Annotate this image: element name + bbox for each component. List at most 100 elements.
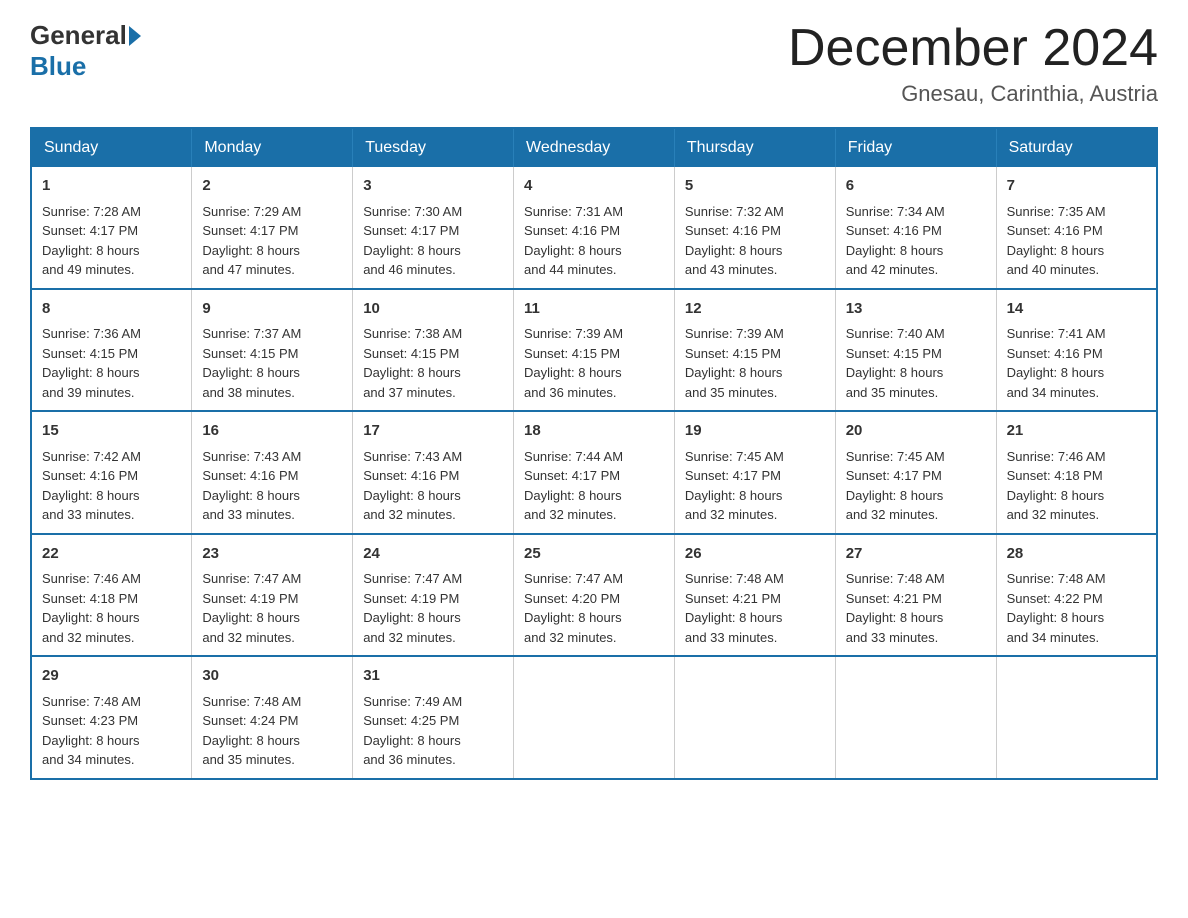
day-number: 9 — [202, 298, 342, 321]
day-sunrise: Sunrise: 7:42 AM — [42, 449, 141, 464]
logo-arrow-icon — [129, 26, 141, 46]
day-number: 13 — [846, 298, 986, 321]
day-number: 3 — [363, 175, 503, 198]
calendar-day-cell: 31 Sunrise: 7:49 AM Sunset: 4:25 PM Dayl… — [353, 656, 514, 779]
weekday-header-cell: Wednesday — [514, 128, 675, 167]
day-sunset: Sunset: 4:15 PM — [202, 346, 298, 361]
weekday-header-cell: Saturday — [996, 128, 1157, 167]
day-sunset: Sunset: 4:15 PM — [42, 346, 138, 361]
day-sunset: Sunset: 4:16 PM — [524, 223, 620, 238]
day-daylight: Daylight: 8 hoursand 32 minutes. — [202, 610, 300, 645]
day-number: 26 — [685, 543, 825, 566]
day-sunset: Sunset: 4:24 PM — [202, 713, 298, 728]
day-number: 18 — [524, 420, 664, 443]
location: Gnesau, Carinthia, Austria — [788, 81, 1158, 107]
calendar-day-cell: 22 Sunrise: 7:46 AM Sunset: 4:18 PM Dayl… — [31, 534, 192, 657]
day-sunset: Sunset: 4:19 PM — [363, 591, 459, 606]
day-number: 1 — [42, 175, 181, 198]
day-sunrise: Sunrise: 7:39 AM — [524, 326, 623, 341]
calendar-day-cell: 12 Sunrise: 7:39 AM Sunset: 4:15 PM Dayl… — [674, 289, 835, 412]
day-sunrise: Sunrise: 7:44 AM — [524, 449, 623, 464]
day-number: 7 — [1007, 175, 1146, 198]
day-daylight: Daylight: 8 hoursand 34 minutes. — [1007, 610, 1105, 645]
day-sunset: Sunset: 4:17 PM — [524, 468, 620, 483]
day-number: 10 — [363, 298, 503, 321]
calendar-day-cell: 4 Sunrise: 7:31 AM Sunset: 4:16 PM Dayli… — [514, 167, 675, 289]
calendar-day-cell — [835, 656, 996, 779]
day-number: 23 — [202, 543, 342, 566]
day-sunset: Sunset: 4:15 PM — [363, 346, 459, 361]
day-number: 19 — [685, 420, 825, 443]
weekday-header-cell: Sunday — [31, 128, 192, 167]
day-daylight: Daylight: 8 hoursand 47 minutes. — [202, 243, 300, 278]
calendar-day-cell: 26 Sunrise: 7:48 AM Sunset: 4:21 PM Dayl… — [674, 534, 835, 657]
day-sunset: Sunset: 4:17 PM — [202, 223, 298, 238]
calendar-day-cell: 6 Sunrise: 7:34 AM Sunset: 4:16 PM Dayli… — [835, 167, 996, 289]
day-number: 31 — [363, 665, 503, 688]
day-daylight: Daylight: 8 hoursand 32 minutes. — [524, 488, 622, 523]
day-daylight: Daylight: 8 hoursand 36 minutes. — [524, 365, 622, 400]
day-daylight: Daylight: 8 hoursand 49 minutes. — [42, 243, 140, 278]
day-daylight: Daylight: 8 hoursand 35 minutes. — [846, 365, 944, 400]
day-sunrise: Sunrise: 7:47 AM — [524, 571, 623, 586]
calendar-week-row: 1 Sunrise: 7:28 AM Sunset: 4:17 PM Dayli… — [31, 167, 1157, 289]
day-sunset: Sunset: 4:16 PM — [363, 468, 459, 483]
calendar-day-cell: 15 Sunrise: 7:42 AM Sunset: 4:16 PM Dayl… — [31, 411, 192, 534]
calendar-day-cell — [996, 656, 1157, 779]
day-sunset: Sunset: 4:19 PM — [202, 591, 298, 606]
day-sunrise: Sunrise: 7:48 AM — [1007, 571, 1106, 586]
day-daylight: Daylight: 8 hoursand 40 minutes. — [1007, 243, 1105, 278]
day-number: 8 — [42, 298, 181, 321]
day-sunset: Sunset: 4:17 PM — [846, 468, 942, 483]
day-sunrise: Sunrise: 7:30 AM — [363, 204, 462, 219]
day-sunset: Sunset: 4:17 PM — [42, 223, 138, 238]
logo-blue-text: Blue — [30, 51, 86, 82]
day-number: 30 — [202, 665, 342, 688]
day-sunset: Sunset: 4:16 PM — [202, 468, 298, 483]
day-sunrise: Sunrise: 7:49 AM — [363, 694, 462, 709]
day-sunset: Sunset: 4:15 PM — [524, 346, 620, 361]
day-number: 12 — [685, 298, 825, 321]
day-sunrise: Sunrise: 7:28 AM — [42, 204, 141, 219]
calendar-day-cell: 28 Sunrise: 7:48 AM Sunset: 4:22 PM Dayl… — [996, 534, 1157, 657]
day-sunrise: Sunrise: 7:29 AM — [202, 204, 301, 219]
day-sunset: Sunset: 4:17 PM — [363, 223, 459, 238]
day-sunrise: Sunrise: 7:48 AM — [202, 694, 301, 709]
calendar-day-cell: 20 Sunrise: 7:45 AM Sunset: 4:17 PM Dayl… — [835, 411, 996, 534]
day-sunrise: Sunrise: 7:32 AM — [685, 204, 784, 219]
calendar-day-cell: 23 Sunrise: 7:47 AM Sunset: 4:19 PM Dayl… — [192, 534, 353, 657]
calendar-day-cell: 21 Sunrise: 7:46 AM Sunset: 4:18 PM Dayl… — [996, 411, 1157, 534]
weekday-header-cell: Thursday — [674, 128, 835, 167]
day-sunrise: Sunrise: 7:47 AM — [363, 571, 462, 586]
day-sunrise: Sunrise: 7:46 AM — [1007, 449, 1106, 464]
day-daylight: Daylight: 8 hoursand 35 minutes. — [685, 365, 783, 400]
day-daylight: Daylight: 8 hoursand 37 minutes. — [363, 365, 461, 400]
day-daylight: Daylight: 8 hoursand 32 minutes. — [1007, 488, 1105, 523]
day-daylight: Daylight: 8 hoursand 34 minutes. — [1007, 365, 1105, 400]
weekday-header-row: SundayMondayTuesdayWednesdayThursdayFrid… — [31, 128, 1157, 167]
day-sunset: Sunset: 4:17 PM — [685, 468, 781, 483]
day-sunset: Sunset: 4:16 PM — [42, 468, 138, 483]
day-number: 24 — [363, 543, 503, 566]
calendar-day-cell — [514, 656, 675, 779]
day-daylight: Daylight: 8 hoursand 32 minutes. — [685, 488, 783, 523]
day-number: 17 — [363, 420, 503, 443]
calendar-day-cell: 5 Sunrise: 7:32 AM Sunset: 4:16 PM Dayli… — [674, 167, 835, 289]
page-header: General Blue December 2024 Gnesau, Carin… — [30, 20, 1158, 107]
day-sunrise: Sunrise: 7:43 AM — [202, 449, 301, 464]
weekday-header-cell: Friday — [835, 128, 996, 167]
day-number: 22 — [42, 543, 181, 566]
calendar-week-row: 22 Sunrise: 7:46 AM Sunset: 4:18 PM Dayl… — [31, 534, 1157, 657]
day-sunset: Sunset: 4:16 PM — [1007, 223, 1103, 238]
day-number: 14 — [1007, 298, 1146, 321]
day-sunrise: Sunrise: 7:31 AM — [524, 204, 623, 219]
day-daylight: Daylight: 8 hoursand 46 minutes. — [363, 243, 461, 278]
day-number: 5 — [685, 175, 825, 198]
day-sunset: Sunset: 4:15 PM — [685, 346, 781, 361]
logo: General Blue — [30, 20, 143, 82]
day-daylight: Daylight: 8 hoursand 32 minutes. — [363, 610, 461, 645]
day-daylight: Daylight: 8 hoursand 34 minutes. — [42, 733, 140, 768]
day-sunset: Sunset: 4:23 PM — [42, 713, 138, 728]
day-number: 21 — [1007, 420, 1146, 443]
day-daylight: Daylight: 8 hoursand 36 minutes. — [363, 733, 461, 768]
